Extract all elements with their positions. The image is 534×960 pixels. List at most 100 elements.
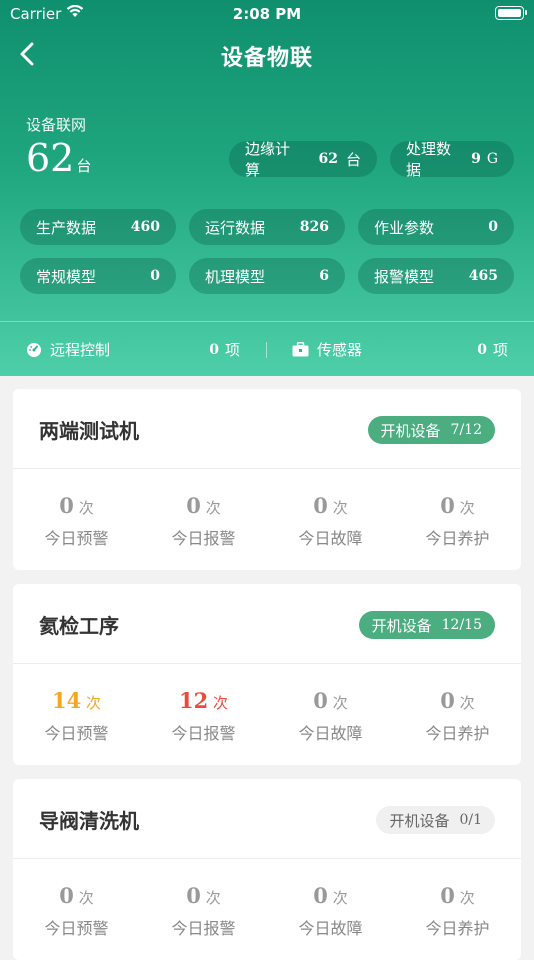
nav-bar: 设备物联	[0, 28, 534, 80]
metric-label: 今日养护	[425, 724, 490, 743]
stat-regular-model[interactable]: 常规模型 0	[20, 258, 176, 294]
metric-unit: 次	[332, 499, 348, 517]
badge-label: 开机设备	[389, 811, 450, 830]
device-card[interactable]: 两端测试机 开机设备 7/12 0 次 今日预警 0 次 今日报警 0 次 今日…	[13, 389, 521, 570]
metric-alarm[interactable]: 0 次 今日报警	[140, 883, 267, 939]
page-title: 设备物联	[220, 46, 313, 71]
metric-number: 0	[186, 883, 201, 908]
stat-label: 常规模型	[36, 267, 97, 286]
metric-unit: 次	[78, 499, 94, 517]
metric-fault[interactable]: 0 次 今日故障	[267, 493, 394, 549]
stat-label: 机理模型	[205, 267, 266, 286]
metric-value-line: 0 次	[394, 883, 521, 913]
metric-label: 今日报警	[171, 724, 236, 743]
metric-unit: 次	[205, 499, 221, 517]
stat-mechanism-model[interactable]: 机理模型 6	[189, 258, 345, 294]
metric-value-line: 0 次	[394, 688, 521, 718]
badge-value: 12/15	[441, 617, 482, 633]
badge-value: 7/12	[450, 422, 482, 438]
metric-warning[interactable]: 0 次 今日预警	[13, 883, 140, 939]
stat-label: 生产数据	[36, 218, 97, 237]
metric-number: 0	[440, 883, 455, 908]
metric-maintenance[interactable]: 0 次 今日养护	[394, 688, 521, 744]
running-devices-badge: 开机设备 0/1	[376, 806, 495, 834]
remote-control-item[interactable]: 远程控制 0 项	[26, 322, 240, 377]
device-card[interactable]: 氦检工序 开机设备 12/15 14 次 今日预警 12 次 今日报警 0 次 …	[13, 584, 521, 765]
header-panel: Carrier 2:08 PM 设备物联 设备联网 62 台 边缘计算 62 台 …	[0, 0, 534, 376]
metric-number: 0	[313, 883, 328, 908]
metric-label: 今日预警	[44, 919, 109, 938]
metric-number: 12	[178, 688, 209, 713]
metric-value-line: 0 次	[140, 493, 267, 523]
stat-work-params[interactable]: 作业参数 0	[358, 209, 514, 245]
stat-label: 作业参数	[374, 218, 435, 237]
metric-unit: 次	[213, 694, 229, 712]
metric-label: 今日故障	[298, 529, 363, 548]
metric-label: 今日养护	[425, 919, 490, 938]
metric-warning[interactable]: 14 次 今日预警	[13, 688, 140, 744]
remote-control-value: 0	[209, 341, 219, 358]
metric-unit: 次	[459, 889, 475, 907]
stat-alarm-model[interactable]: 报警模型 465	[358, 258, 514, 294]
metric-fault[interactable]: 0 次 今日故障	[267, 883, 394, 939]
battery-icon	[495, 6, 527, 20]
processed-data-pill[interactable]: 处理数据 9 G	[390, 140, 514, 179]
metric-maintenance[interactable]: 0 次 今日养护	[394, 493, 521, 549]
metric-label: 今日故障	[298, 919, 363, 938]
device-card-header: 导阀清洗机 开机设备 0/1	[13, 779, 521, 859]
metric-value-line: 12 次	[140, 688, 267, 718]
summary-strip: 远程控制 0 项 传感器 0 项	[0, 321, 534, 376]
processed-data-label: 处理数据	[406, 140, 452, 179]
metric-unit: 次	[205, 889, 221, 907]
edge-compute-value: 62	[318, 151, 338, 167]
strip-divider	[266, 342, 267, 358]
metric-unit: 次	[459, 694, 475, 712]
metric-number: 0	[59, 883, 74, 908]
metric-value-line: 0 次	[13, 883, 140, 913]
metric-alarm[interactable]: 12 次 今日报警	[140, 688, 267, 744]
edge-compute-pill[interactable]: 边缘计算 62 台	[229, 140, 377, 179]
sensor-value: 0	[477, 341, 487, 358]
gauge-icon	[26, 342, 42, 358]
device-name: 氦检工序	[39, 614, 119, 638]
metric-label: 今日报警	[171, 919, 236, 938]
metric-unit: 次	[332, 694, 348, 712]
metric-number: 0	[59, 493, 74, 518]
device-card[interactable]: 导阀清洗机 开机设备 0/1 0 次 今日预警 0 次 今日报警 0 次 今日故…	[13, 779, 521, 960]
sensor-unit: 项	[492, 341, 508, 359]
metric-number: 0	[440, 688, 455, 713]
metric-number: 0	[440, 493, 455, 518]
processed-data-unit: G	[486, 151, 498, 167]
metric-number: 0	[313, 493, 328, 518]
metric-value-line: 14 次	[13, 688, 140, 718]
metric-unit: 次	[86, 694, 102, 712]
metric-label: 今日预警	[44, 529, 109, 548]
metric-number: 0	[313, 688, 328, 713]
remote-control-unit: 项	[224, 341, 240, 359]
toolbox-icon	[292, 342, 309, 357]
stat-value: 465	[468, 268, 498, 284]
processed-data-value: 9	[471, 151, 481, 167]
metric-value-line: 0 次	[267, 493, 394, 523]
metric-maintenance[interactable]: 0 次 今日养护	[394, 883, 521, 939]
metric-label: 今日报警	[171, 529, 236, 548]
sensor-item[interactable]: 传感器 0 项	[292, 322, 508, 377]
stat-value: 460	[130, 219, 160, 235]
metric-label: 今日预警	[44, 724, 109, 743]
metric-warning[interactable]: 0 次 今日预警	[13, 493, 140, 549]
metric-alarm[interactable]: 0 次 今日报警	[140, 493, 267, 549]
metric-value-line: 0 次	[140, 883, 267, 913]
stat-value: 826	[299, 219, 329, 235]
metric-value-line: 0 次	[13, 493, 140, 523]
stat-production-data[interactable]: 生产数据 460	[20, 209, 176, 245]
metric-value-line: 0 次	[267, 688, 394, 718]
network-count-value: 62	[26, 136, 75, 180]
stat-value: 6	[319, 268, 329, 284]
badge-value: 0/1	[459, 812, 482, 828]
metric-unit: 次	[78, 889, 94, 907]
device-card-header: 氦检工序 开机设备 12/15	[13, 584, 521, 664]
metric-value-line: 0 次	[394, 493, 521, 523]
metric-fault[interactable]: 0 次 今日故障	[267, 688, 394, 744]
metric-number: 0	[186, 493, 201, 518]
stat-operation-data[interactable]: 运行数据 826	[189, 209, 345, 245]
